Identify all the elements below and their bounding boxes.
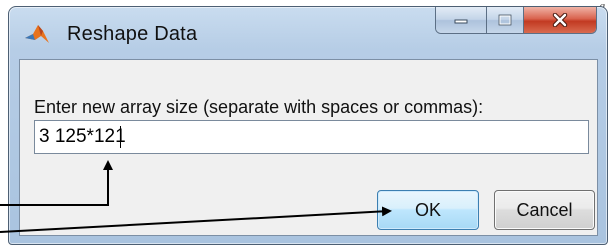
text-caret (120, 126, 121, 148)
reshape-data-dialog: Reshape Data Enter new array size (separ… (8, 6, 608, 245)
minimize-button[interactable] (436, 7, 487, 33)
maximize-button[interactable] (487, 7, 524, 33)
array-size-input[interactable] (34, 120, 589, 154)
title-bar[interactable]: Reshape Data (9, 7, 607, 59)
array-size-prompt: Enter new array size (separate with spac… (34, 97, 484, 117)
dialog-body: Enter new array size (separate with spac… (19, 59, 598, 236)
minimize-icon (454, 19, 468, 24)
close-icon (552, 13, 568, 27)
matlab-logo-icon (25, 25, 49, 43)
close-button[interactable] (524, 7, 596, 33)
ok-button[interactable]: OK (377, 190, 479, 230)
cancel-button[interactable]: Cancel (494, 190, 595, 230)
maximize-icon (498, 14, 512, 26)
caption-buttons (435, 7, 597, 34)
window-title: Reshape Data (67, 23, 198, 45)
